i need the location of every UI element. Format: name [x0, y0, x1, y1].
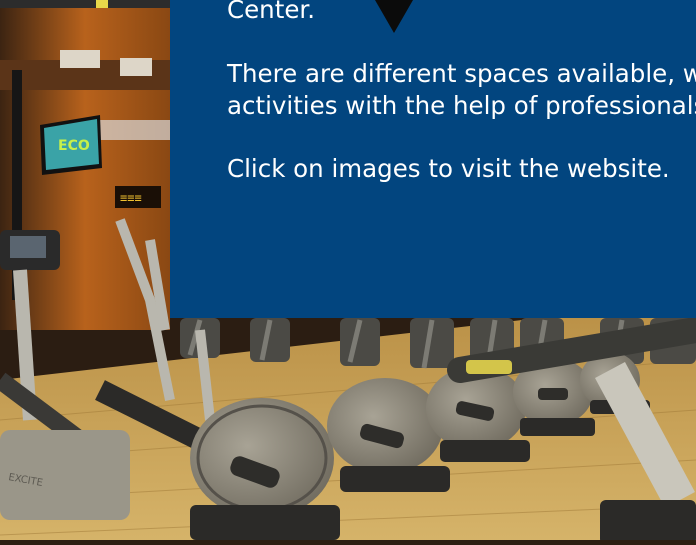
panel-text-line: activities with the help of professional…: [227, 91, 696, 120]
info-panel: Center. There are different spaces avail…: [170, 0, 696, 318]
scoreboard: ≡≡≡: [115, 186, 161, 208]
pointer-arrow: [375, 0, 413, 33]
bottom-edge: [0, 540, 696, 545]
panel-text-line: Center.: [227, 0, 315, 24]
top-accent: [96, 0, 108, 8]
tv-screen-text: ECO: [58, 138, 90, 154]
panel-text-line: There are different spaces available, w: [227, 59, 696, 88]
scoreboard-text: ≡≡≡: [120, 191, 142, 205]
panel-instruction: Click on images to visit the website.: [227, 154, 670, 183]
top-strip: [0, 0, 170, 8]
tv-screen: ECO: [40, 115, 102, 175]
ac-unit: [60, 50, 100, 68]
page: ECO ≡≡≡ EXCITE Center. There are differe…: [0, 0, 696, 545]
ac-unit: [120, 58, 152, 76]
